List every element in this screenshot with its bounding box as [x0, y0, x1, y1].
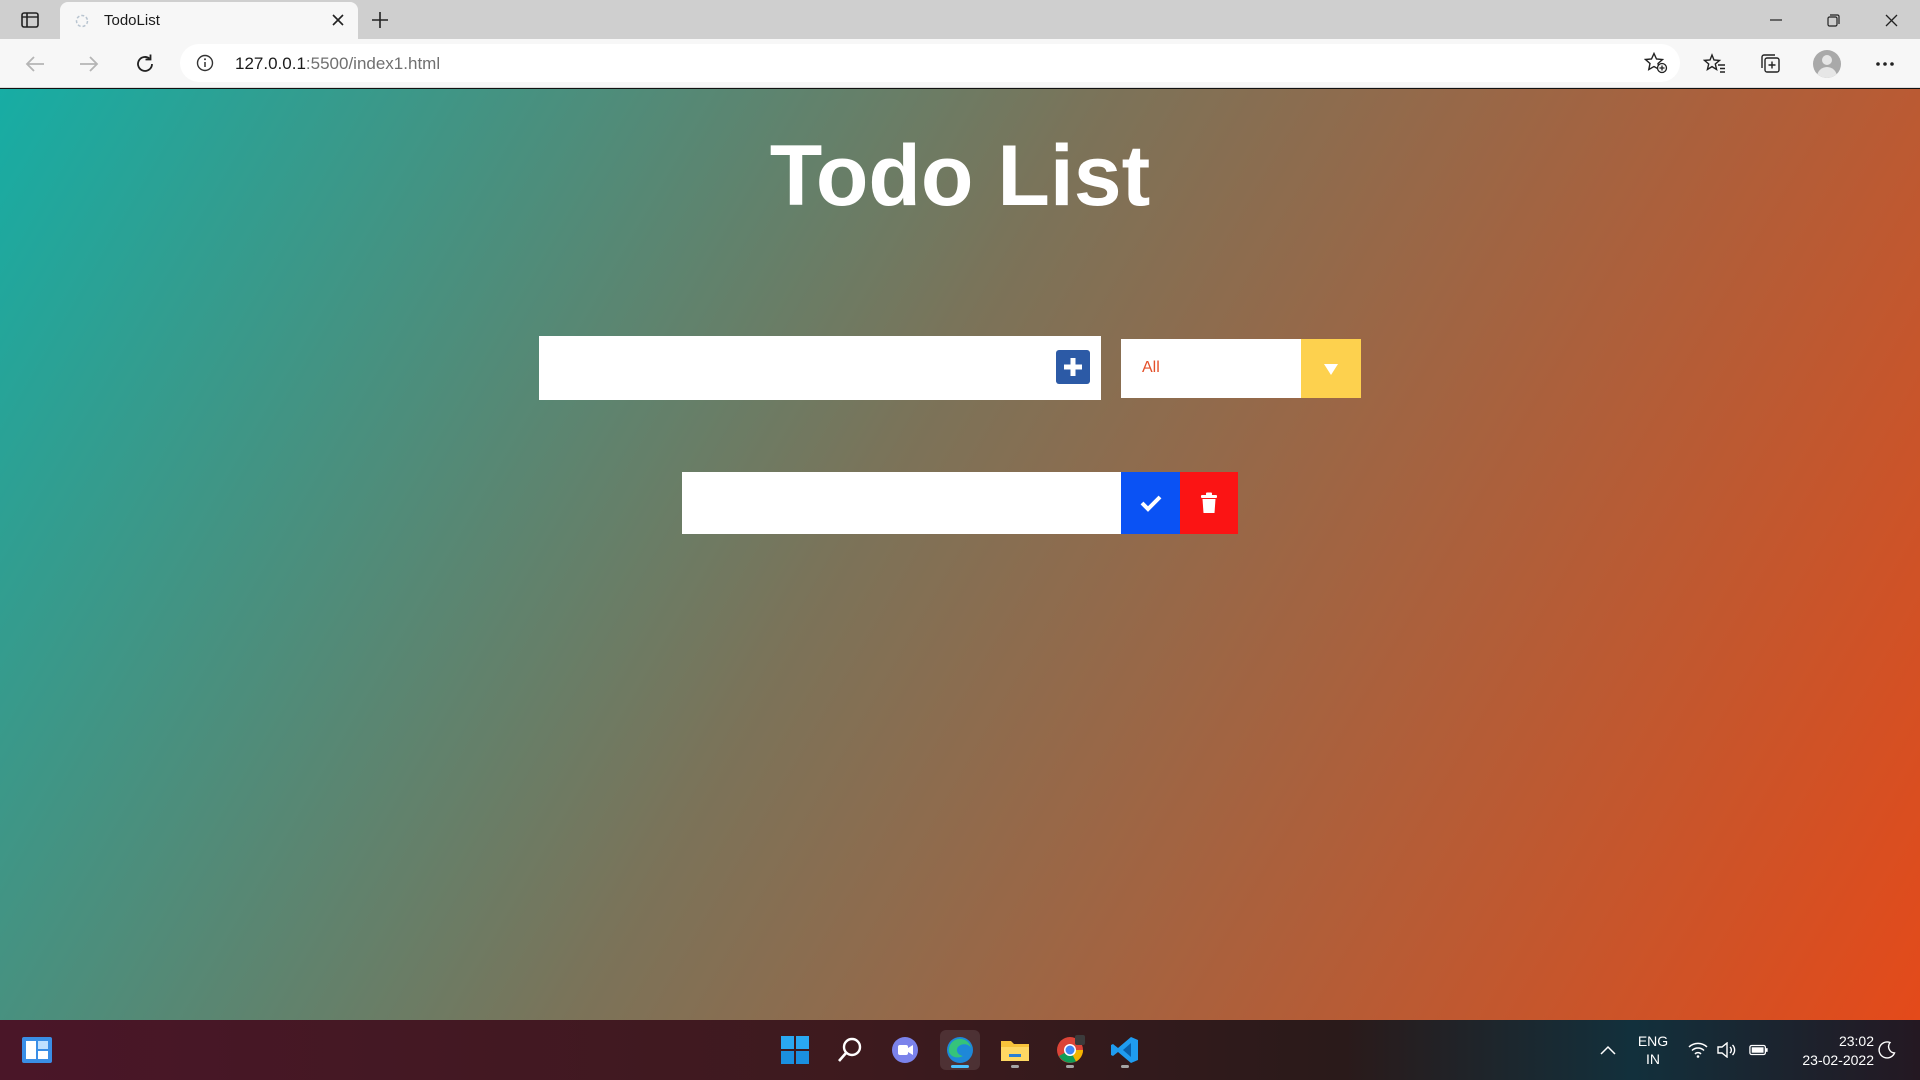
star-plus-icon[interactable]: [1644, 52, 1668, 74]
browser-tab[interactable]: TodoList: [60, 2, 358, 39]
info-icon[interactable]: [196, 54, 214, 72]
volume-icon[interactable]: [1717, 1040, 1737, 1060]
search-icon[interactable]: [830, 1030, 870, 1070]
dropdown-arrow-icon[interactable]: [1301, 339, 1361, 398]
wifi-icon[interactable]: [1688, 1040, 1708, 1060]
delete-button[interactable]: [1180, 472, 1238, 534]
url-path: :5500/index1.html: [305, 54, 441, 73]
forward-arrow-icon[interactable]: [74, 49, 104, 79]
complete-button[interactable]: [1121, 472, 1180, 534]
refresh-icon[interactable]: [130, 49, 160, 79]
todo-item: [682, 472, 1238, 534]
browser-tab-bar: TodoList: [0, 0, 1920, 39]
edge-icon[interactable]: [940, 1030, 980, 1070]
profile-icon[interactable]: [1813, 50, 1841, 78]
start-icon[interactable]: [775, 1030, 815, 1070]
filter-selected-value: All: [1142, 359, 1160, 376]
vscode-icon[interactable]: [1105, 1030, 1145, 1070]
clock-date: 23-02-2022: [1802, 1052, 1874, 1068]
language-indicator[interactable]: ENG IN: [1636, 1032, 1670, 1068]
minimize-icon[interactable]: [1762, 6, 1790, 34]
language-line1: ENG: [1637, 1033, 1669, 1049]
plus-square-icon: [1064, 358, 1082, 376]
trash-icon: [1201, 492, 1217, 513]
chrome-icon[interactable]: [1050, 1030, 1090, 1070]
close-window-icon[interactable]: [1877, 6, 1905, 34]
taskbar: ENG IN 23:02 23-02-2022: [0, 1020, 1920, 1080]
url-field[interactable]: 127.0.0.1:5500/index1.html: [180, 44, 1680, 82]
language-line2: IN: [1646, 1051, 1660, 1067]
restore-icon[interactable]: [1819, 6, 1847, 34]
tab-actions-icon[interactable]: [18, 8, 42, 32]
plus-icon[interactable]: [368, 8, 392, 32]
teams-chat-icon[interactable]: [885, 1030, 925, 1070]
back-arrow-icon[interactable]: [20, 49, 50, 79]
focus-assist-moon-icon[interactable]: [1877, 1040, 1897, 1060]
url-text: 127.0.0.1:5500/index1.html: [235, 54, 440, 74]
page-viewport: Todo List All: [0, 89, 1920, 1020]
clock-time: 23:02: [1838, 1033, 1874, 1049]
page-title: Todo List: [769, 128, 1151, 224]
address-bar: 127.0.0.1:5500/index1.html: [0, 39, 1920, 88]
file-explorer-icon[interactable]: [995, 1030, 1035, 1070]
clock[interactable]: 23:02 23-02-2022: [1782, 1032, 1874, 1070]
tab-title: TodoList: [104, 12, 160, 29]
favicon-icon: [74, 13, 90, 29]
favorites-icon[interactable]: [1700, 49, 1730, 79]
collections-icon[interactable]: [1756, 49, 1786, 79]
widgets-icon[interactable]: [17, 1030, 57, 1070]
add-todo-button[interactable]: [1056, 350, 1090, 384]
chevron-up-icon[interactable]: [1598, 1040, 1618, 1060]
filter-select[interactable]: All: [1121, 339, 1361, 398]
todo-input[interactable]: [539, 336, 1039, 400]
check-icon: [1140, 495, 1161, 512]
url-host: 127.0.0.1: [235, 54, 306, 73]
close-icon[interactable]: [328, 10, 348, 30]
more-icon[interactable]: [1870, 49, 1900, 79]
battery-icon[interactable]: [1749, 1040, 1769, 1060]
todo-form: [539, 336, 1101, 400]
